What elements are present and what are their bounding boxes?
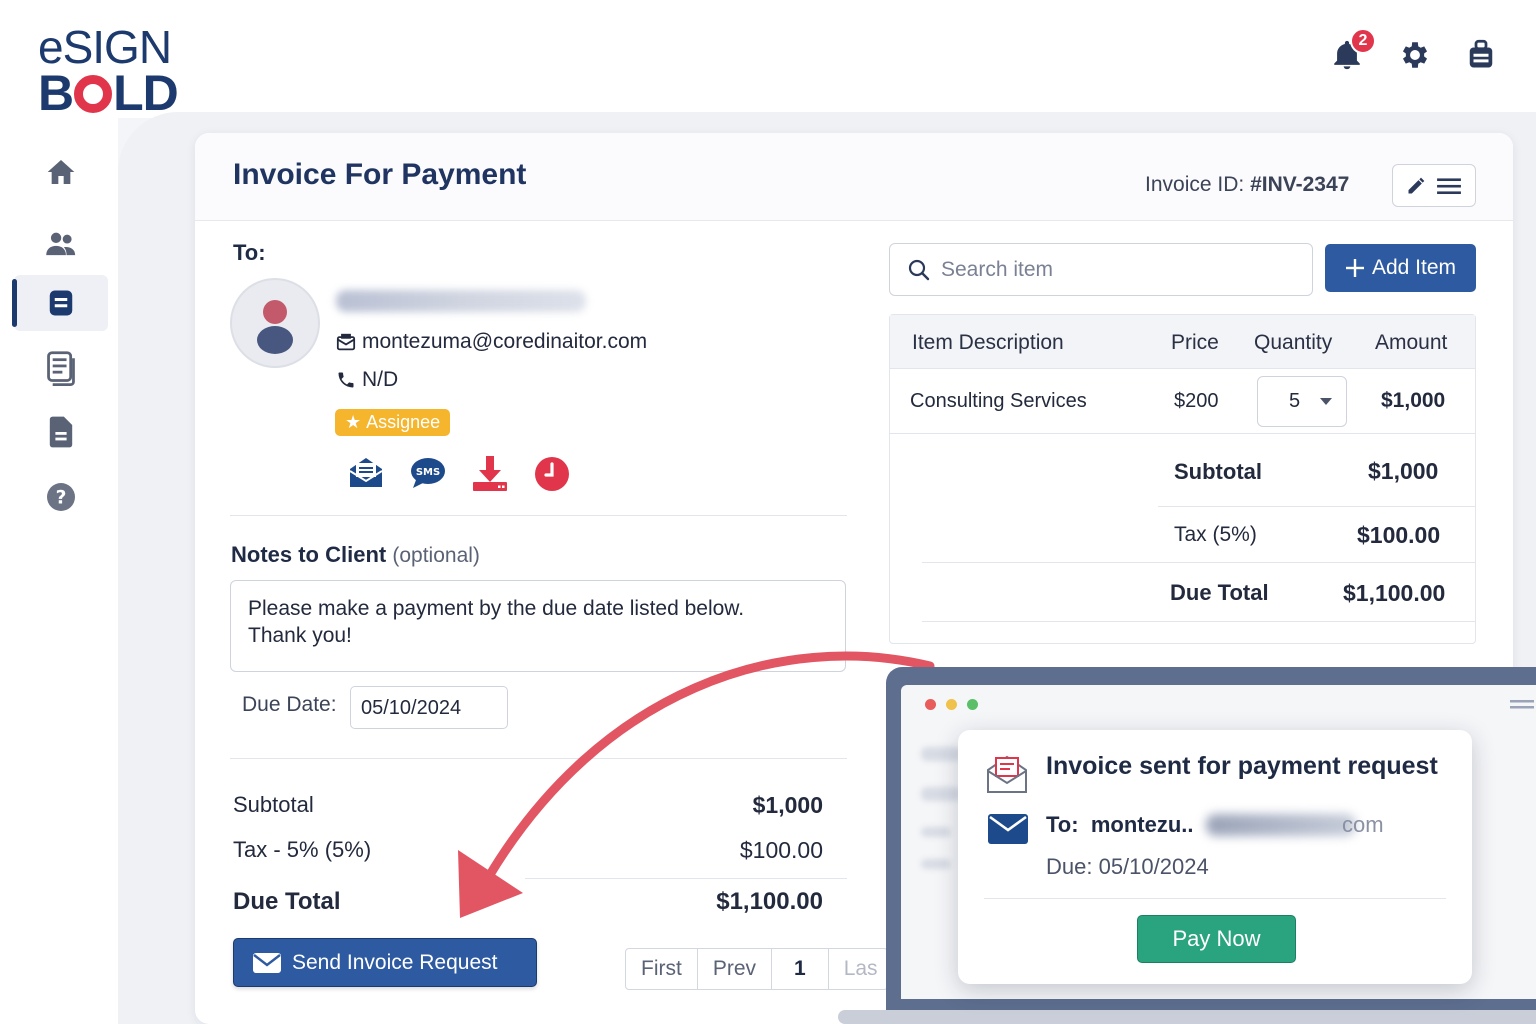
laptop-base — [838, 1010, 1536, 1024]
item-description: Consulting Services — [910, 390, 1087, 412]
email-open-icon[interactable] — [347, 454, 385, 492]
top-icons: 2 — [1330, 28, 1500, 72]
logo-line2: B LD — [38, 65, 179, 121]
table-row: Consulting Services $200 5 $1,000 — [890, 370, 1475, 434]
divider — [984, 898, 1446, 899]
clock-icon[interactable] — [533, 454, 571, 492]
notes-label: Notes to Client (optional) — [231, 542, 480, 567]
svg-text:?: ? — [56, 488, 67, 509]
client-actions: SMS — [347, 454, 571, 492]
right-subtotal-label: Subtotal — [1174, 459, 1262, 484]
popup-due-date: Due: 05/10/2024 — [1046, 854, 1209, 879]
popup-recipient: To: montezu.. — [1046, 812, 1194, 837]
table-header: Item Description Price Quantity Amount — [890, 315, 1475, 369]
edit-icon[interactable] — [1406, 176, 1426, 196]
sidebar: ? — [0, 118, 118, 1024]
to-label: To: — [233, 240, 266, 265]
top-bar: eSIGN B LD 2 — [0, 0, 1536, 118]
right-tax-value: $100.00 — [1357, 522, 1441, 548]
document-icon — [49, 290, 73, 316]
pager-current[interactable]: 1 — [772, 949, 829, 989]
summary-total-row: Due Total $1,100.00 — [233, 888, 823, 915]
sidebar-item-files[interactable] — [14, 404, 108, 460]
users-icon — [46, 232, 76, 256]
recipient-domain-suffix: com — [1342, 812, 1384, 837]
sidebar-item-invoices[interactable] — [12, 275, 108, 331]
header-description: Item Description — [912, 331, 1064, 354]
summary-subtotal-row: Subtotal $1,000 — [233, 792, 823, 818]
divider — [1158, 506, 1475, 507]
logo-line1: eSIGN — [38, 21, 172, 73]
search-icon — [908, 259, 930, 280]
divider — [525, 878, 847, 879]
divider — [230, 515, 847, 516]
sidebar-item-documents[interactable] — [14, 340, 108, 396]
phone-icon — [338, 372, 354, 388]
invoice-sent-popup: Invoice sent for payment request To: mon… — [958, 730, 1472, 984]
svg-text:SMS: SMS — [416, 467, 440, 478]
caret-down-icon — [1320, 397, 1333, 405]
card-header: Invoice For Payment Invoice ID: #INV-234… — [195, 133, 1513, 221]
documents-icon — [47, 351, 75, 386]
right-total-label: Due Total — [1170, 580, 1269, 605]
item-price: $200 — [1174, 390, 1219, 412]
popup-title: Invoice sent for payment request — [1046, 752, 1438, 780]
envelope-icon — [253, 952, 281, 973]
pay-now-button[interactable]: Pay Now — [1137, 915, 1296, 963]
summary-tax-row: Tax - 5% (5%) $100.00 — [233, 837, 823, 863]
menu-icon — [1510, 700, 1534, 709]
client-email: montezuma@coredinaitor.com — [336, 330, 647, 354]
menu-icon[interactable] — [1436, 176, 1462, 196]
download-icon[interactable] — [471, 454, 509, 492]
sidebar-item-contacts[interactable] — [14, 216, 108, 272]
app-logo[interactable]: eSIGN B LD — [38, 24, 208, 119]
page-title: Invoice For Payment — [233, 158, 527, 191]
recipient-redacted — [1206, 814, 1356, 836]
sidebar-item-home[interactable] — [14, 144, 108, 200]
quantity-select[interactable]: 5 — [1257, 376, 1347, 427]
file-icon — [49, 416, 73, 448]
header-price: Price — [1171, 331, 1219, 354]
due-date-label: Due Date: — [242, 693, 337, 716]
due-date-input[interactable]: 05/10/2024 — [350, 686, 508, 729]
envelope-icon — [336, 333, 356, 351]
client-name-redacted — [336, 290, 586, 312]
divider — [922, 621, 1475, 622]
item-amount: $1,000 — [1381, 389, 1446, 412]
header-actions — [1392, 164, 1476, 207]
notes-textarea[interactable]: Please make a payment by the due date li… — [230, 580, 846, 672]
divider — [230, 758, 847, 759]
assignee-badge: ★ Assignee — [335, 409, 451, 436]
pager-last[interactable]: Las — [829, 949, 887, 989]
search-input[interactable]: Search item — [889, 243, 1313, 296]
sms-icon[interactable]: SMS — [409, 454, 447, 492]
right-total-value: $1,100.00 — [1343, 580, 1446, 606]
envelope-icon — [988, 814, 1028, 844]
invoice-id: Invoice ID: #INV-2347 — [1145, 173, 1350, 196]
pagination: First Prev 1 Las — [625, 948, 888, 990]
notification-badge: 2 — [1350, 28, 1376, 54]
header-amount: Amount — [1375, 331, 1448, 354]
sidebar-item-help[interactable]: ? — [14, 469, 108, 525]
avatar — [230, 278, 320, 368]
gear-icon[interactable] — [1398, 38, 1432, 72]
bell-icon[interactable]: 2 — [1330, 28, 1376, 72]
home-icon — [47, 160, 75, 184]
header-quantity: Quantity — [1254, 331, 1333, 354]
star-icon: ★ — [345, 412, 362, 432]
right-subtotal-value: $1,000 — [1368, 458, 1439, 484]
pager-prev[interactable]: Prev — [698, 949, 773, 989]
letter-icon — [987, 755, 1027, 793]
window-controls — [925, 699, 978, 710]
pager-first[interactable]: First — [626, 949, 698, 989]
add-item-button[interactable]: Add Item — [1325, 244, 1476, 292]
right-tax-label: Tax (5%) — [1174, 523, 1257, 546]
briefcase-icon[interactable] — [1466, 38, 1500, 72]
help-icon: ? — [47, 483, 75, 511]
plus-icon — [1345, 259, 1364, 277]
divider — [922, 562, 1475, 563]
send-invoice-button[interactable]: Send Invoice Request — [233, 938, 537, 987]
client-phone: N/D — [336, 368, 398, 392]
